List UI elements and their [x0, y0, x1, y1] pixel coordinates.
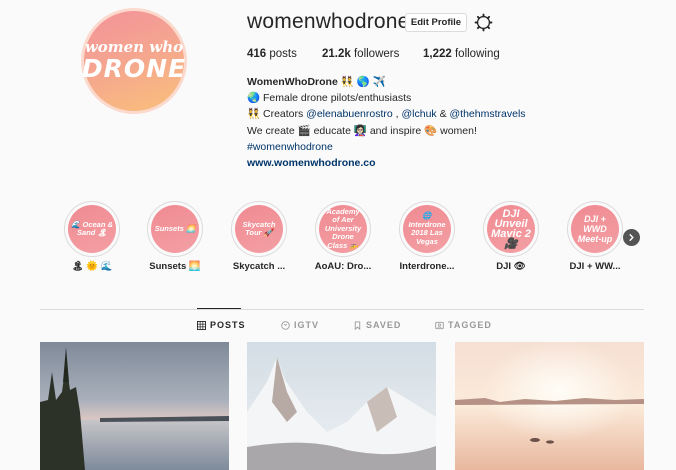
- highlight-label: 🏝 🌞 🌊: [71, 261, 113, 272]
- highlights-next-button[interactable]: [623, 229, 640, 246]
- tab-tagged[interactable]: TAGGED: [435, 320, 492, 330]
- igtv-icon: [281, 320, 290, 330]
- highlight-skycatch[interactable]: Skycatch Tour 🚀 Skycatch ...: [229, 201, 289, 272]
- highlight-cover: 🌐 Interdrone 2018 Las Vegas: [403, 205, 451, 253]
- highlight-label: Skycatch ...: [232, 261, 286, 272]
- tab-tagged-label: TAGGED: [448, 320, 492, 330]
- highlight-label: Interdrone...: [399, 261, 455, 272]
- highlight-aoau[interactable]: Academy of Aer University Drone Class 🚁 …: [313, 201, 373, 272]
- profile-username: womenwhodrone: [247, 10, 410, 33]
- post-thumbnail-lake-forest[interactable]: [40, 342, 229, 470]
- highlight-label: AoAU: Dro...: [314, 261, 372, 272]
- highlight-cover: Skycatch Tour 🚀: [235, 205, 283, 253]
- posts-count: 416 posts: [247, 48, 322, 60]
- settings-gear-icon[interactable]: [474, 13, 493, 32]
- grid-icon: [197, 320, 206, 330]
- highlight-ring: 🌊 Ocean & Sand 🏝: [64, 201, 120, 257]
- highlight-interdrone[interactable]: 🌐 Interdrone 2018 Las Vegas Interdrone..…: [397, 201, 457, 272]
- profile-stats: 416 posts 21.2k followers 1,222 followin…: [247, 48, 500, 60]
- profile-full-name: WomenWhoDrone 👯 🌎 ✈️: [247, 76, 386, 88]
- highlight-ring: Academy of Aer University Drone Class 🚁: [315, 201, 371, 257]
- active-tab-indicator: [197, 308, 241, 309]
- bio-creators-prefix: 👯 Creators: [247, 108, 307, 121]
- profile-bio: WomenWhoDrone 👯 🌎 ✈️ 🌏 Female drone pilo…: [247, 74, 647, 171]
- highlight-ring: DJI + WWD Meet-up: [567, 201, 623, 257]
- posts-count-value: 416: [247, 48, 267, 60]
- highlight-cover: DJI + WWD Meet-up: [571, 205, 619, 253]
- highlight-sunsets[interactable]: Sunsets 🌅 Sunsets 🌅: [145, 201, 205, 272]
- post-thumbnail-sunset-water[interactable]: [455, 342, 644, 470]
- post-image: [247, 342, 436, 470]
- highlight-ocean-sand[interactable]: 🌊 Ocean & Sand 🏝 🏝 🌞 🌊: [62, 201, 122, 272]
- following-count-label: following: [454, 48, 500, 60]
- followers-count-label: followers: [353, 48, 400, 60]
- profile-avatar[interactable]: women who DRONE: [81, 8, 187, 114]
- avatar-logo-text-bottom: DRONE: [81, 54, 187, 83]
- tab-saved[interactable]: SAVED: [353, 320, 401, 330]
- bio-line-3: We create 🎬 educate 👩🏻‍🏫 and inspire 🎨 w…: [247, 124, 477, 137]
- tab-posts-label: POSTS: [210, 320, 246, 330]
- post-thumbnail-snow-mountain[interactable]: [247, 342, 436, 470]
- highlight-cover: Academy of Aer University Drone Class 🚁: [319, 205, 367, 253]
- tabs-divider: [40, 309, 644, 310]
- followers-count-value: 21.2k: [322, 48, 351, 60]
- tab-posts[interactable]: POSTS: [197, 320, 246, 330]
- tab-igtv-label: IGTV: [294, 320, 320, 330]
- tab-igtv[interactable]: IGTV: [281, 320, 319, 330]
- bookmark-icon: [354, 320, 361, 330]
- highlight-cover: DJI Unveil Mavic 2 🎥: [487, 205, 535, 253]
- post-image: [40, 342, 229, 470]
- creator-link-elena[interactable]: @elenabuenrostro: [306, 108, 393, 120]
- highlight-label: Sunsets 🌅: [149, 261, 201, 272]
- creator-link-lchuk[interactable]: @lchuk: [402, 108, 437, 120]
- highlight-ring: Sunsets 🌅: [147, 201, 203, 257]
- bio-separator: &: [436, 108, 450, 121]
- highlight-dji[interactable]: DJI Unveil Mavic 2 🎥 DJI 👁: [481, 201, 541, 272]
- highlight-ring: Skycatch Tour 🚀: [231, 201, 287, 257]
- highlight-cover: 🌊 Ocean & Sand 🏝: [68, 205, 116, 253]
- edit-profile-button[interactable]: Edit Profile: [405, 13, 467, 32]
- website-link[interactable]: www.womenwhodrone.co: [247, 155, 647, 171]
- avatar-logo-text-top: women who: [84, 38, 184, 56]
- chevron-right-icon: [629, 234, 634, 241]
- followers-link[interactable]: 21.2k followers: [322, 48, 423, 60]
- tag-icon: [435, 321, 444, 329]
- following-link[interactable]: 1,222 following: [423, 48, 500, 60]
- following-count-value: 1,222: [423, 48, 452, 60]
- bio-separator: ,: [392, 108, 402, 121]
- highlight-dji-wwd[interactable]: DJI + WWD Meet-up DJI + WW...: [565, 201, 625, 272]
- highlight-ring: 🌐 Interdrone 2018 Las Vegas: [399, 201, 455, 257]
- bio-line-2: 👯 Creators @elenabuenrostro , @lchuk & @…: [247, 106, 647, 122]
- posts-count-label: posts: [269, 48, 297, 60]
- creator-link-thehmstravels[interactable]: @thehmstravels: [450, 108, 526, 120]
- avatar-logo: women who DRONE: [81, 11, 187, 111]
- highlight-label: DJI + WW...: [569, 261, 621, 272]
- hashtag-link[interactable]: #womenwhodrone: [247, 139, 647, 155]
- highlight-cover: Sunsets 🌅: [151, 205, 199, 253]
- tab-saved-label: SAVED: [366, 320, 402, 330]
- post-image: [455, 342, 644, 470]
- highlight-label: DJI 👁: [496, 261, 526, 272]
- bio-line-1: 🌏 Female drone pilots/enthusiasts: [247, 92, 412, 105]
- highlight-ring: DJI Unveil Mavic 2 🎥: [483, 201, 539, 257]
